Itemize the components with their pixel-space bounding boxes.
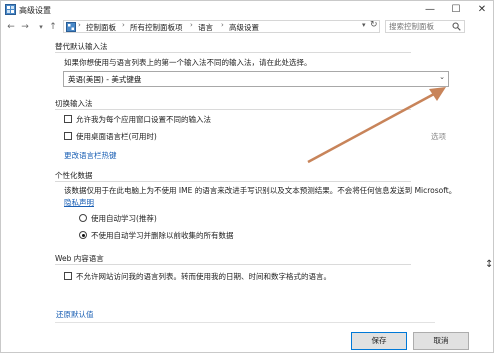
save-button[interactable]: 保存: [351, 332, 407, 350]
dropdown-selected-value: 英语(美国) - 美式键盘: [68, 75, 142, 84]
section-personalization: 个性化数据: [55, 170, 411, 182]
section-divider: [55, 52, 411, 53]
change-hotkeys-link[interactable]: 更改语言栏热键: [64, 150, 117, 161]
annotation-arrow-head: [429, 87, 446, 101]
auto-learn-label: 使用自动学习(推荐): [91, 214, 157, 223]
breadcrumb-separator: ›: [78, 21, 81, 29]
resize-cursor-icon: ↕: [485, 259, 494, 270]
control-panel-icon: [5, 4, 16, 15]
refresh-icon[interactable]: ↻: [370, 20, 378, 30]
section-override-input: 替代默认输入法: [55, 41, 411, 53]
per-app-input-label: 允许我为每个应用窗口设置不同的输入法: [76, 115, 211, 124]
breadcrumb-control-panel[interactable]: 控制面板: [86, 22, 116, 33]
section-heading: 替代默认输入法: [55, 42, 108, 51]
footer-divider: [55, 322, 435, 323]
web-language-checkbox[interactable]: [64, 272, 72, 280]
input-method-dropdown[interactable]: 英语(美国) - 美式键盘 ⌄: [63, 71, 449, 87]
up-arrow-icon[interactable]: ↑: [47, 21, 59, 33]
privacy-statement-link[interactable]: 隐私声明: [64, 197, 94, 208]
section-web-language: Web 内容语言: [55, 253, 411, 265]
control-panel-crumb-icon: [66, 22, 76, 32]
breadcrumb-separator: ›: [190, 21, 193, 29]
advanced-settings-window: 高级设置 — ☐ ✕ ← → ▾ ↑ › 控制面板 › 所有控制面板项 › 语言…: [0, 0, 494, 353]
window-title: 高级设置: [19, 6, 51, 15]
search-input[interactable]: [389, 21, 449, 32]
chevron-down-icon: ⌄: [439, 73, 445, 81]
desktop-language-bar-checkbox[interactable]: [64, 132, 72, 140]
breadcrumb-all-items[interactable]: 所有控制面板项: [130, 22, 183, 33]
section-divider: [55, 181, 411, 182]
personalization-description: 该数据仅用于在此电脑上为不使用 IME 的语言来改进手写识别以及文本预测结果。不…: [64, 186, 457, 195]
options-link[interactable]: 选项: [431, 131, 446, 142]
section-heading: 个性化数据: [55, 171, 93, 180]
title-bar: 高级设置 — ☐ ✕: [1, 1, 493, 19]
back-arrow-icon[interactable]: ←: [5, 21, 17, 33]
override-input-description: 如果你想使用与语言列表上的第一个输入法不同的输入法，请在此处选择。: [64, 58, 312, 67]
section-heading: 切换输入法: [55, 99, 93, 108]
section-divider: [55, 109, 411, 110]
breadcrumb-separator: ›: [221, 21, 224, 29]
forward-arrow-icon[interactable]: →: [19, 21, 31, 33]
auto-learn-radio[interactable]: [79, 214, 87, 222]
search-icon: [452, 22, 461, 31]
address-dropdown-icon[interactable]: ▾: [362, 21, 366, 29]
web-language-label: 不允许网站访问我的语言列表。转而使用我的日期、时间和数字格式的语言。: [76, 272, 331, 281]
section-divider: [55, 264, 411, 265]
desktop-language-bar-label: 使用桌面语言栏(可用时): [76, 132, 157, 141]
cancel-button[interactable]: 取消: [413, 332, 469, 350]
section-switch-input: 切换输入法: [55, 98, 411, 110]
per-app-input-checkbox[interactable]: [64, 115, 72, 123]
recent-dropdown-icon[interactable]: ▾: [35, 21, 47, 33]
close-button[interactable]: ✕: [469, 1, 494, 19]
minimize-button[interactable]: —: [417, 1, 443, 19]
annotation-arrow-shaft: [307, 92, 435, 164]
search-box[interactable]: [385, 20, 465, 33]
breadcrumb-advanced-settings[interactable]: 高级设置: [229, 22, 259, 33]
address-box[interactable]: › 控制面板 › 所有控制面板项 › 语言 › 高级设置 ▾ ↻: [63, 20, 380, 33]
section-heading: Web 内容语言: [55, 254, 104, 263]
breadcrumb-language[interactable]: 语言: [198, 22, 213, 33]
no-auto-learn-label: 不使用自动学习并删除以前收集的所有数据: [91, 231, 234, 240]
maximize-button[interactable]: ☐: [443, 1, 469, 19]
no-auto-learn-radio[interactable]: [79, 231, 87, 239]
address-bar-row: ← → ▾ ↑ › 控制面板 › 所有控制面板项 › 语言 › 高级设置 ▾ ↻: [1, 19, 493, 35]
restore-defaults-link[interactable]: 还原默认值: [56, 309, 94, 320]
breadcrumb-separator: ›: [122, 21, 125, 29]
